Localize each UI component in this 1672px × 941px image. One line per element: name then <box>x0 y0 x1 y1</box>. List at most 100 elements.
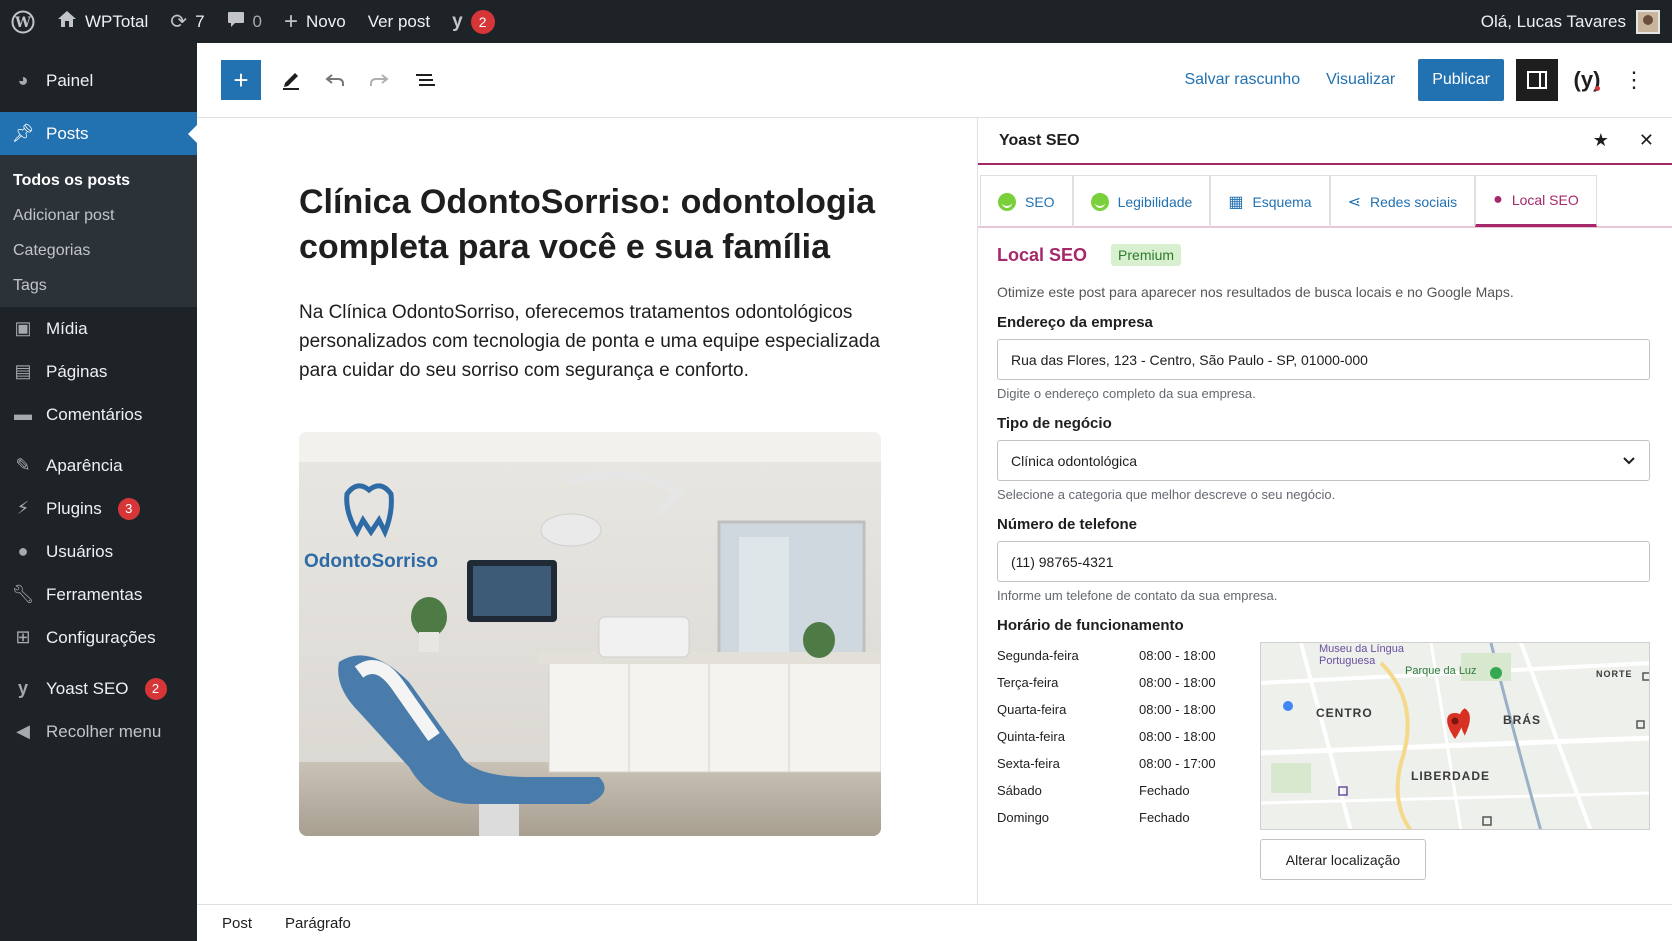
undo-button[interactable] <box>315 60 355 100</box>
new-content-link[interactable]: + Novo <box>273 0 357 43</box>
site-name-link[interactable]: WPTotal <box>46 0 159 43</box>
tab-schema[interactable]: ▦ Esquema <box>1210 175 1330 227</box>
collapse-menu-button[interactable]: ◀ Recolher menu <box>0 710 197 753</box>
change-location-button[interactable]: Alterar localização <box>1260 839 1426 880</box>
hours-day: Sábado <box>997 783 1042 798</box>
svg-text:W: W <box>14 15 31 31</box>
hours-day: Domingo <box>997 810 1050 825</box>
view-post-label: Ver post <box>367 11 431 31</box>
star-icon[interactable]: ★ <box>1593 130 1609 151</box>
sidebar-item-tools[interactable]: 🔧︎ Ferramentas <box>0 573 197 616</box>
submenu-categories[interactable]: Categorias <box>0 233 197 268</box>
block-breadcrumb: Post Parágrafo <box>197 904 1672 941</box>
updates-icon: ⟳ <box>170 11 188 33</box>
map-label-norte: NORTE <box>1596 669 1633 679</box>
preview-button[interactable]: Visualizar <box>1313 71 1408 89</box>
close-icon[interactable]: ✕ <box>1639 130 1654 151</box>
tab-readability[interactable]: Legibilidade <box>1072 175 1211 227</box>
add-block-button[interactable]: + <box>221 60 261 100</box>
my-account-link[interactable]: Olá, Lucas Tavares <box>1470 0 1672 43</box>
publish-button[interactable]: Publicar <box>1418 59 1504 101</box>
business-type-select[interactable]: Clínica odontológica <box>997 440 1650 481</box>
comments-link[interactable]: 0 <box>216 0 273 43</box>
media-icon: ▣ <box>14 318 32 338</box>
sidebar-item-posts[interactable]: 📌︎ Posts <box>0 112 197 155</box>
tab-local-seo[interactable]: ● Local SEO <box>1475 175 1597 227</box>
sidebar-item-label: Aparência <box>46 455 123 475</box>
sidebar-item-media[interactable]: ▣ Mídia <box>0 307 197 350</box>
hours-row: Sexta-feira 08:00 - 17:00 <box>997 750 1237 777</box>
wordpress-logo-icon[interactable]: W <box>0 0 46 43</box>
pushpin-icon: 📌︎ <box>11 123 35 143</box>
document-overview-button[interactable] <box>405 60 445 100</box>
post-title[interactable]: Clínica OdontoSorriso: odontologia compl… <box>299 180 899 270</box>
address-field[interactable]: Rua das Flores, 123 - Centro, São Paulo … <box>997 339 1650 380</box>
sidebar-item-label: Mídia <box>46 318 88 338</box>
share-icon: ⋖ <box>1347 193 1361 211</box>
greeting: Olá, Lucas Tavares <box>1480 11 1626 31</box>
dashboard-icon: ◕ <box>17 70 29 90</box>
premium-badge: Premium <box>1111 244 1182 266</box>
save-draft-button[interactable]: Salvar rascunho <box>1171 71 1313 89</box>
options-menu-button[interactable]: ⋮ <box>1614 60 1654 100</box>
tools-button[interactable] <box>271 60 311 100</box>
submenu-tags[interactable]: Tags <box>0 268 197 303</box>
hours-day: Terça-feira <box>997 675 1059 690</box>
sidebar-item-label: Ferramentas <box>46 584 143 604</box>
tab-label: Redes sociais <box>1370 193 1458 210</box>
sidebar-item-pages[interactable]: ▤ Páginas <box>0 350 197 393</box>
phone-help: Informe um telefone de contato da sua em… <box>997 588 1278 603</box>
location-map[interactable]: Museu da Língua Portuguesa Parque da Luz… <box>1260 642 1650 830</box>
home-icon <box>57 10 77 33</box>
hours-row: Terça-feira 08:00 - 18:00 <box>997 669 1237 696</box>
comments-count: 0 <box>252 11 262 31</box>
post-paragraph[interactable]: Na Clínica OdontoSorriso, oferecemos tra… <box>299 298 889 385</box>
map-pin-icon: ● <box>1493 191 1503 208</box>
breadcrumb-post[interactable]: Post <box>222 915 252 932</box>
map-label-museum: Museu da Língua Portuguesa <box>1319 643 1405 667</box>
comments-icon: ▬ <box>14 404 32 424</box>
local-seo-intro: Otimize este post para aparecer nos resu… <box>997 284 1514 300</box>
submenu-add-post[interactable]: Adicionar post <box>0 198 197 233</box>
smiley-good-icon <box>1090 192 1109 211</box>
tab-seo[interactable]: SEO <box>980 175 1073 227</box>
image-logo-text: OdontoSorriso <box>304 551 438 572</box>
sidebar-item-comments[interactable]: ▬ Comentários <box>0 393 197 436</box>
sidebar-item-label: Configurações <box>46 627 156 647</box>
hours-day: Sexta-feira <box>997 756 1060 771</box>
sidebar-item-dashboard[interactable]: ◕ Painel <box>0 59 197 102</box>
submenu-all-posts[interactable]: Todos os posts <box>0 163 197 198</box>
map-label-centro: CENTRO <box>1316 706 1373 720</box>
view-post-link[interactable]: Ver post <box>357 0 441 43</box>
editor-canvas: Clínica OdontoSorriso: odontologia compl… <box>197 118 977 904</box>
updates-count: 7 <box>195 11 205 31</box>
sidebar-item-yoast[interactable]: y Yoast SEO 2 <box>0 667 197 710</box>
address-label: Endereço da empresa <box>997 314 1153 331</box>
tab-label: Esquema <box>1252 193 1312 210</box>
redo-button[interactable] <box>359 60 399 100</box>
phone-label: Número de telefone <box>997 516 1138 533</box>
hours-row: Segunda-feira 08:00 - 18:00 <box>997 642 1237 669</box>
undo-icon <box>325 74 344 86</box>
yoast-admin-link[interactable]: y 2 <box>441 0 506 43</box>
tab-label: SEO <box>1025 193 1055 210</box>
sidebar-item-settings[interactable]: ⊞ Configurações <box>0 616 197 659</box>
yoast-panel-header: Yoast SEO ★ ✕ <box>978 118 1672 165</box>
tab-social[interactable]: ⋖ Redes sociais <box>1329 175 1476 227</box>
hours-time: 08:00 - 18:00 <box>1139 729 1216 744</box>
yoast-toolbar-button[interactable]: (y) <box>1566 59 1608 101</box>
map-label-liberdade: LIBERDADE <box>1411 769 1491 783</box>
breadcrumb-paragraph[interactable]: Parágrafo <box>285 915 351 932</box>
sidebar-item-plugins[interactable]: ⚡︎ Plugins 3 <box>0 487 197 530</box>
plus-icon: + <box>284 7 299 35</box>
post-image[interactable]: OdontoSorriso <box>299 432 881 836</box>
opening-hours-list: Segunda-feira 08:00 - 18:00 Terça-feira 08… <box>997 642 1237 831</box>
phone-field[interactable]: (11) 98765-4321 <box>997 541 1650 582</box>
settings-sidebar-toggle[interactable] <box>1516 59 1558 101</box>
sidebar-item-label: Usuários <box>46 541 114 561</box>
yoast-tabs: SEO Legibilidade ▦ Esquema ⋖ Redes socia… <box>978 165 1672 228</box>
sidebar-item-users[interactable]: ● Usuários <box>0 530 197 573</box>
hours-row: Quarta-feira 08:00 - 18:00 <box>997 696 1237 723</box>
updates-link[interactable]: ⟳ 7 <box>159 0 215 43</box>
sidebar-item-appearance[interactable]: ✎ Aparência <box>0 444 197 487</box>
